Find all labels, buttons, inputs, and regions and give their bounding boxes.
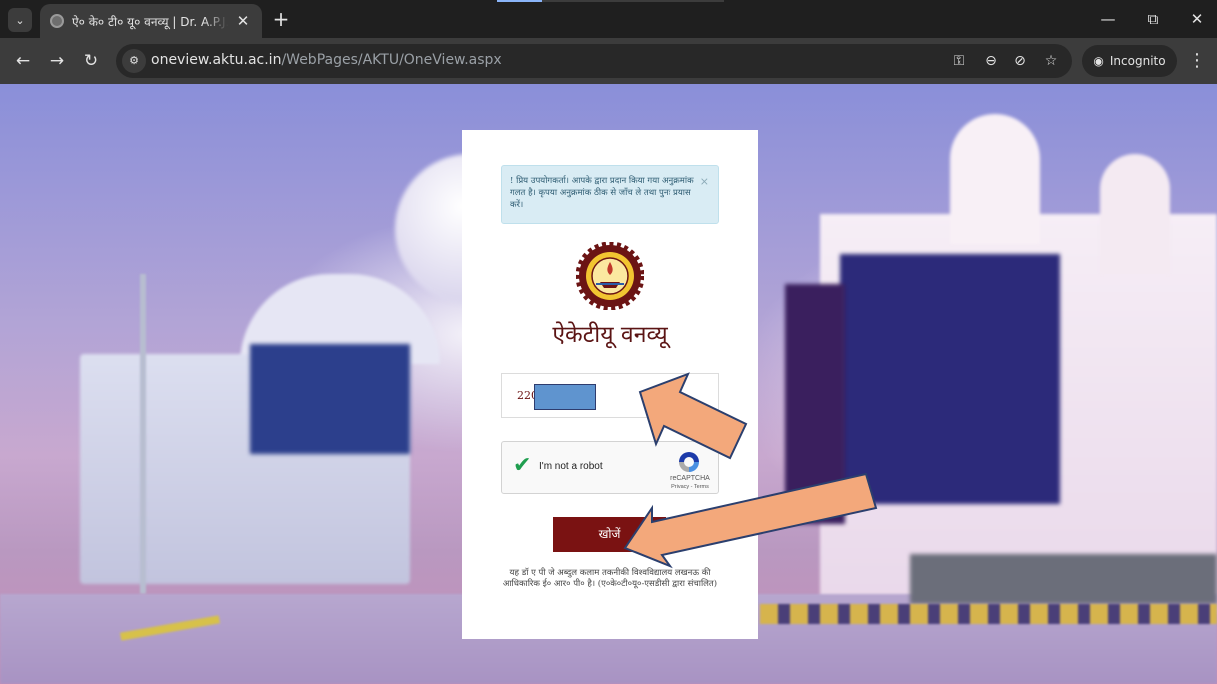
- background-building: [250, 344, 410, 454]
- checkmark-icon[interactable]: ✔: [513, 454, 531, 478]
- footer-note: यह डॉ ए पी जे अब्दुल कलाम तकनीकी विश्ववि…: [502, 568, 718, 589]
- tab-title: ऐ० के० टी० यू० वनव्यू | Dr. A.P.J. Abdul…: [72, 14, 228, 29]
- reload-button[interactable]: ↻: [79, 49, 103, 73]
- recaptcha-brand: reCAPTCHA: [670, 475, 710, 482]
- address-bar[interactable]: ⚙ oneview.aktu.ac.in/WebPages/AKTU/OneVi…: [116, 44, 1072, 78]
- tab-accent-strip-secondary: [542, 0, 724, 2]
- zoom-icon[interactable]: ⊖: [980, 51, 1002, 71]
- url-text[interactable]: oneview.aktu.ac.in/WebPages/AKTU/OneView…: [151, 52, 502, 68]
- background-railing: [760, 604, 1217, 624]
- incognito-label: Incognito: [1109, 54, 1166, 68]
- tune-icon: ⚙: [129, 54, 139, 67]
- new-tab-button[interactable]: +: [270, 8, 292, 30]
- arrow-right-icon: →: [49, 51, 65, 71]
- university-logo: [576, 242, 644, 310]
- site-info-button[interactable]: ⚙: [122, 49, 146, 73]
- background-lamp-post: [140, 274, 146, 594]
- url-host: oneview.aktu.ac.in: [151, 52, 282, 68]
- incognito-icon: ◉: [1093, 54, 1104, 68]
- tab-strip: ⌄ ऐ० के० टी० यू० वनव्यू | Dr. A.P.J. Abd…: [0, 0, 1217, 38]
- recaptcha-icon: [679, 452, 699, 472]
- restore-icon: ⧉: [1147, 10, 1159, 28]
- background-building: [840, 254, 1060, 504]
- alert-message: ! प्रिय उपयोगकर्ता। आपके द्वारा प्रदान क…: [510, 176, 694, 210]
- close-icon[interactable]: ✕: [234, 12, 252, 30]
- close-icon[interactable]: ×: [700, 176, 709, 188]
- plus-icon: +: [272, 7, 290, 31]
- incognito-indicator[interactable]: ◉ Incognito: [1082, 45, 1177, 77]
- recaptcha-widget[interactable]: ✔ I'm not a robot reCAPTCHA Privacy - Te…: [501, 441, 719, 494]
- more-vert-icon[interactable]: ⋮: [1187, 49, 1207, 73]
- login-card: ! प्रिय उपयोगकर्ता। आपके द्वारा प्रदान क…: [462, 130, 758, 639]
- background-building: [1100, 154, 1170, 274]
- tab-accent-strip: [497, 0, 542, 2]
- search-button[interactable]: खोजें: [553, 517, 666, 552]
- page-viewport: ! प्रिय उपयोगकर्ता। आपके द्वारा प्रदान क…: [0, 84, 1217, 684]
- close-icon: ✕: [1190, 10, 1204, 28]
- page-title: ऐकेटीयू वनव्यू: [552, 322, 668, 348]
- back-button[interactable]: ←: [11, 49, 35, 73]
- error-alert: ! प्रिय उपयोगकर्ता। आपके द्वारा प्रदान क…: [501, 165, 719, 224]
- recaptcha-privacy-terms[interactable]: Privacy - Terms: [664, 484, 716, 490]
- key-icon[interactable]: ⚿: [948, 51, 970, 71]
- minimize-button[interactable]: —: [1088, 6, 1128, 32]
- captcha-label: I'm not a robot: [539, 461, 603, 472]
- restore-button[interactable]: ⧉: [1133, 6, 1173, 32]
- globe-icon: [50, 14, 64, 28]
- star-icon[interactable]: ☆: [1040, 51, 1062, 71]
- chevron-down-icon: ⌄: [15, 13, 25, 27]
- url-path: /WebPages/AKTU/OneView.aspx: [281, 52, 502, 68]
- tab-search-button[interactable]: ⌄: [8, 8, 32, 32]
- redaction-box: [534, 384, 596, 410]
- browser-toolbar: ← → ↻ ⚙ oneview.aktu.ac.in/WebPages/AKTU…: [0, 38, 1217, 84]
- arrow-left-icon: ←: [15, 51, 31, 71]
- reload-icon: ↻: [83, 51, 99, 71]
- close-window-button[interactable]: ✕: [1177, 6, 1217, 32]
- background-hedge: [910, 554, 1217, 604]
- eye-off-icon[interactable]: ⊘: [1009, 51, 1031, 71]
- background-building: [950, 114, 1040, 244]
- forward-button[interactable]: →: [45, 49, 69, 73]
- active-tab[interactable]: ऐ० के० टी० यू० वनव्यू | Dr. A.P.J. Abdul…: [40, 4, 262, 38]
- background-building: [785, 284, 845, 524]
- minimize-icon: —: [1100, 10, 1116, 28]
